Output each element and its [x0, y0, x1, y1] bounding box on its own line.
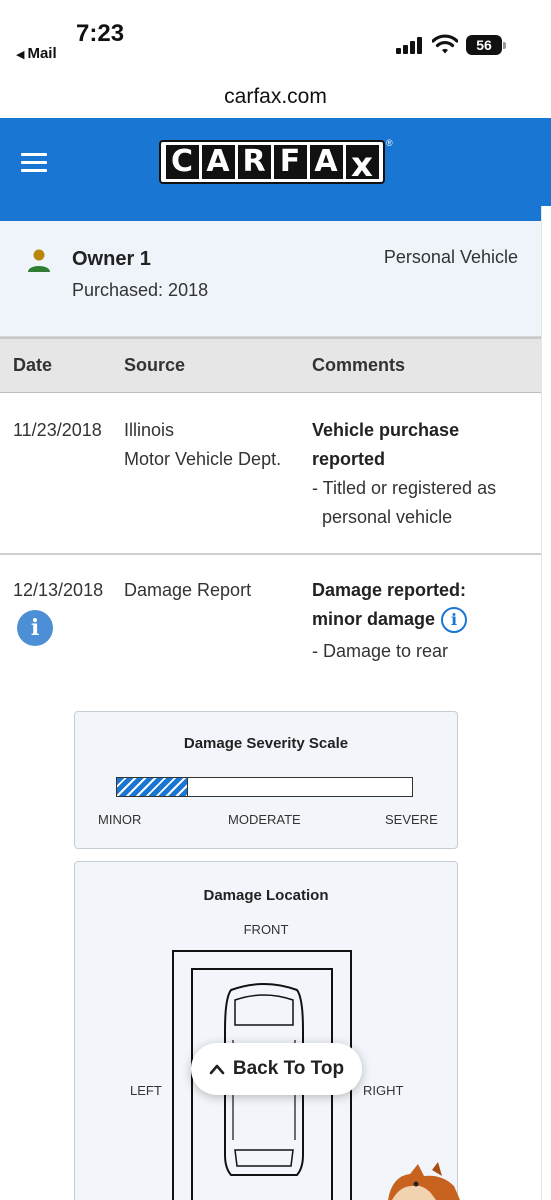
chevron-up-icon [209, 1064, 225, 1075]
owner-name: Owner 1 [72, 248, 151, 270]
back-arrow-icon: ◀ [16, 49, 25, 61]
page-edge [541, 206, 551, 1200]
site-header: C A R F A X ® [0, 118, 551, 221]
back-to-top-label: Back To Top [232, 1058, 345, 1079]
row-source: Illinois Motor Vehicle Dept. [124, 416, 281, 474]
column-header-source: Source [124, 355, 186, 375]
comment-detail: personal vehicle [322, 507, 453, 527]
info-icon[interactable]: i [17, 610, 53, 646]
row-comments: Vehicle purchase reported - Titled or re… [312, 416, 496, 532]
location-right-label: RIGHT [363, 1083, 404, 1098]
column-header-comments: Comments [312, 355, 406, 375]
logo-letter: R [237, 145, 271, 179]
back-app-label: Mail [27, 45, 57, 62]
location-left-label: LEFT [130, 1083, 162, 1098]
comment-title: minor damage [312, 609, 436, 629]
damage-severity-panel: Damage Severity Scale MINOR MODERATE SEV… [74, 711, 458, 849]
row-date: 12/13/2018 [13, 580, 104, 600]
location-title: Damage Location [203, 887, 329, 904]
source-line: Illinois [124, 420, 175, 440]
row-date: 11/23/2018 [13, 420, 102, 440]
comment-title: Damage reported: [312, 580, 467, 600]
row-comments: Damage reported: minor damage i - Damage … [312, 576, 468, 666]
severity-label-severe: SEVERE [385, 812, 438, 827]
severity-scale-bar [116, 777, 413, 797]
owner-vehicle-type: Personal Vehicle [383, 247, 518, 267]
table-row: 11/23/2018 Illinois Motor Vehicle Dept. … [0, 393, 541, 555]
severity-label-moderate: MODERATE [228, 812, 301, 827]
severity-level-fill [117, 778, 188, 796]
cellular-signal-icon [396, 36, 424, 54]
owner-purchased: Purchased: 2018 [72, 280, 209, 300]
logo-letter: F [273, 145, 307, 179]
severity-label-minor: MINOR [98, 812, 142, 827]
info-outline-icon[interactable]: i [441, 607, 468, 634]
logo-letter: X [345, 145, 379, 185]
comment-title: reported [312, 449, 386, 469]
wifi-icon [432, 34, 458, 54]
damage-location-panel: Damage Location FRONT LEFT RIGHT [74, 861, 458, 1200]
carfax-logo[interactable]: C A R F A X [159, 140, 385, 185]
person-icon [28, 249, 50, 272]
history-table-header: Date Source Comments [0, 337, 541, 393]
status-bar: 7:23 ◀ Mail 56 [0, 0, 551, 78]
registered-mark: ® [386, 138, 393, 148]
source-line: Motor Vehicle Dept. [124, 449, 282, 469]
comment-detail: - Titled or registered as [312, 478, 497, 498]
fox-mascot-icon [388, 1162, 460, 1200]
location-front-label: FRONT [243, 922, 289, 937]
battery-icon: 56 [466, 35, 506, 55]
logo-letter: C [165, 145, 199, 179]
severity-title: Damage Severity Scale [183, 735, 349, 752]
url-bar[interactable]: carfax.com [0, 78, 551, 118]
row-source: Damage Report [124, 580, 252, 600]
comment-title: Vehicle purchase [312, 420, 460, 440]
comment-detail: - Damage to rear [312, 641, 449, 661]
owner-summary: Owner 1 Purchased: 2018 Personal Vehicle [0, 221, 541, 337]
status-time: 7:23 [76, 20, 125, 47]
logo-letter: A [309, 145, 343, 179]
logo-letter: A [201, 145, 235, 179]
column-header-date: Date [13, 355, 53, 375]
comment-title-line: minor damage i [312, 605, 468, 634]
back-to-mail-link[interactable]: ◀ Mail [16, 45, 57, 62]
back-to-top-button[interactable]: Back To Top [191, 1043, 362, 1095]
menu-icon[interactable] [21, 153, 47, 173]
